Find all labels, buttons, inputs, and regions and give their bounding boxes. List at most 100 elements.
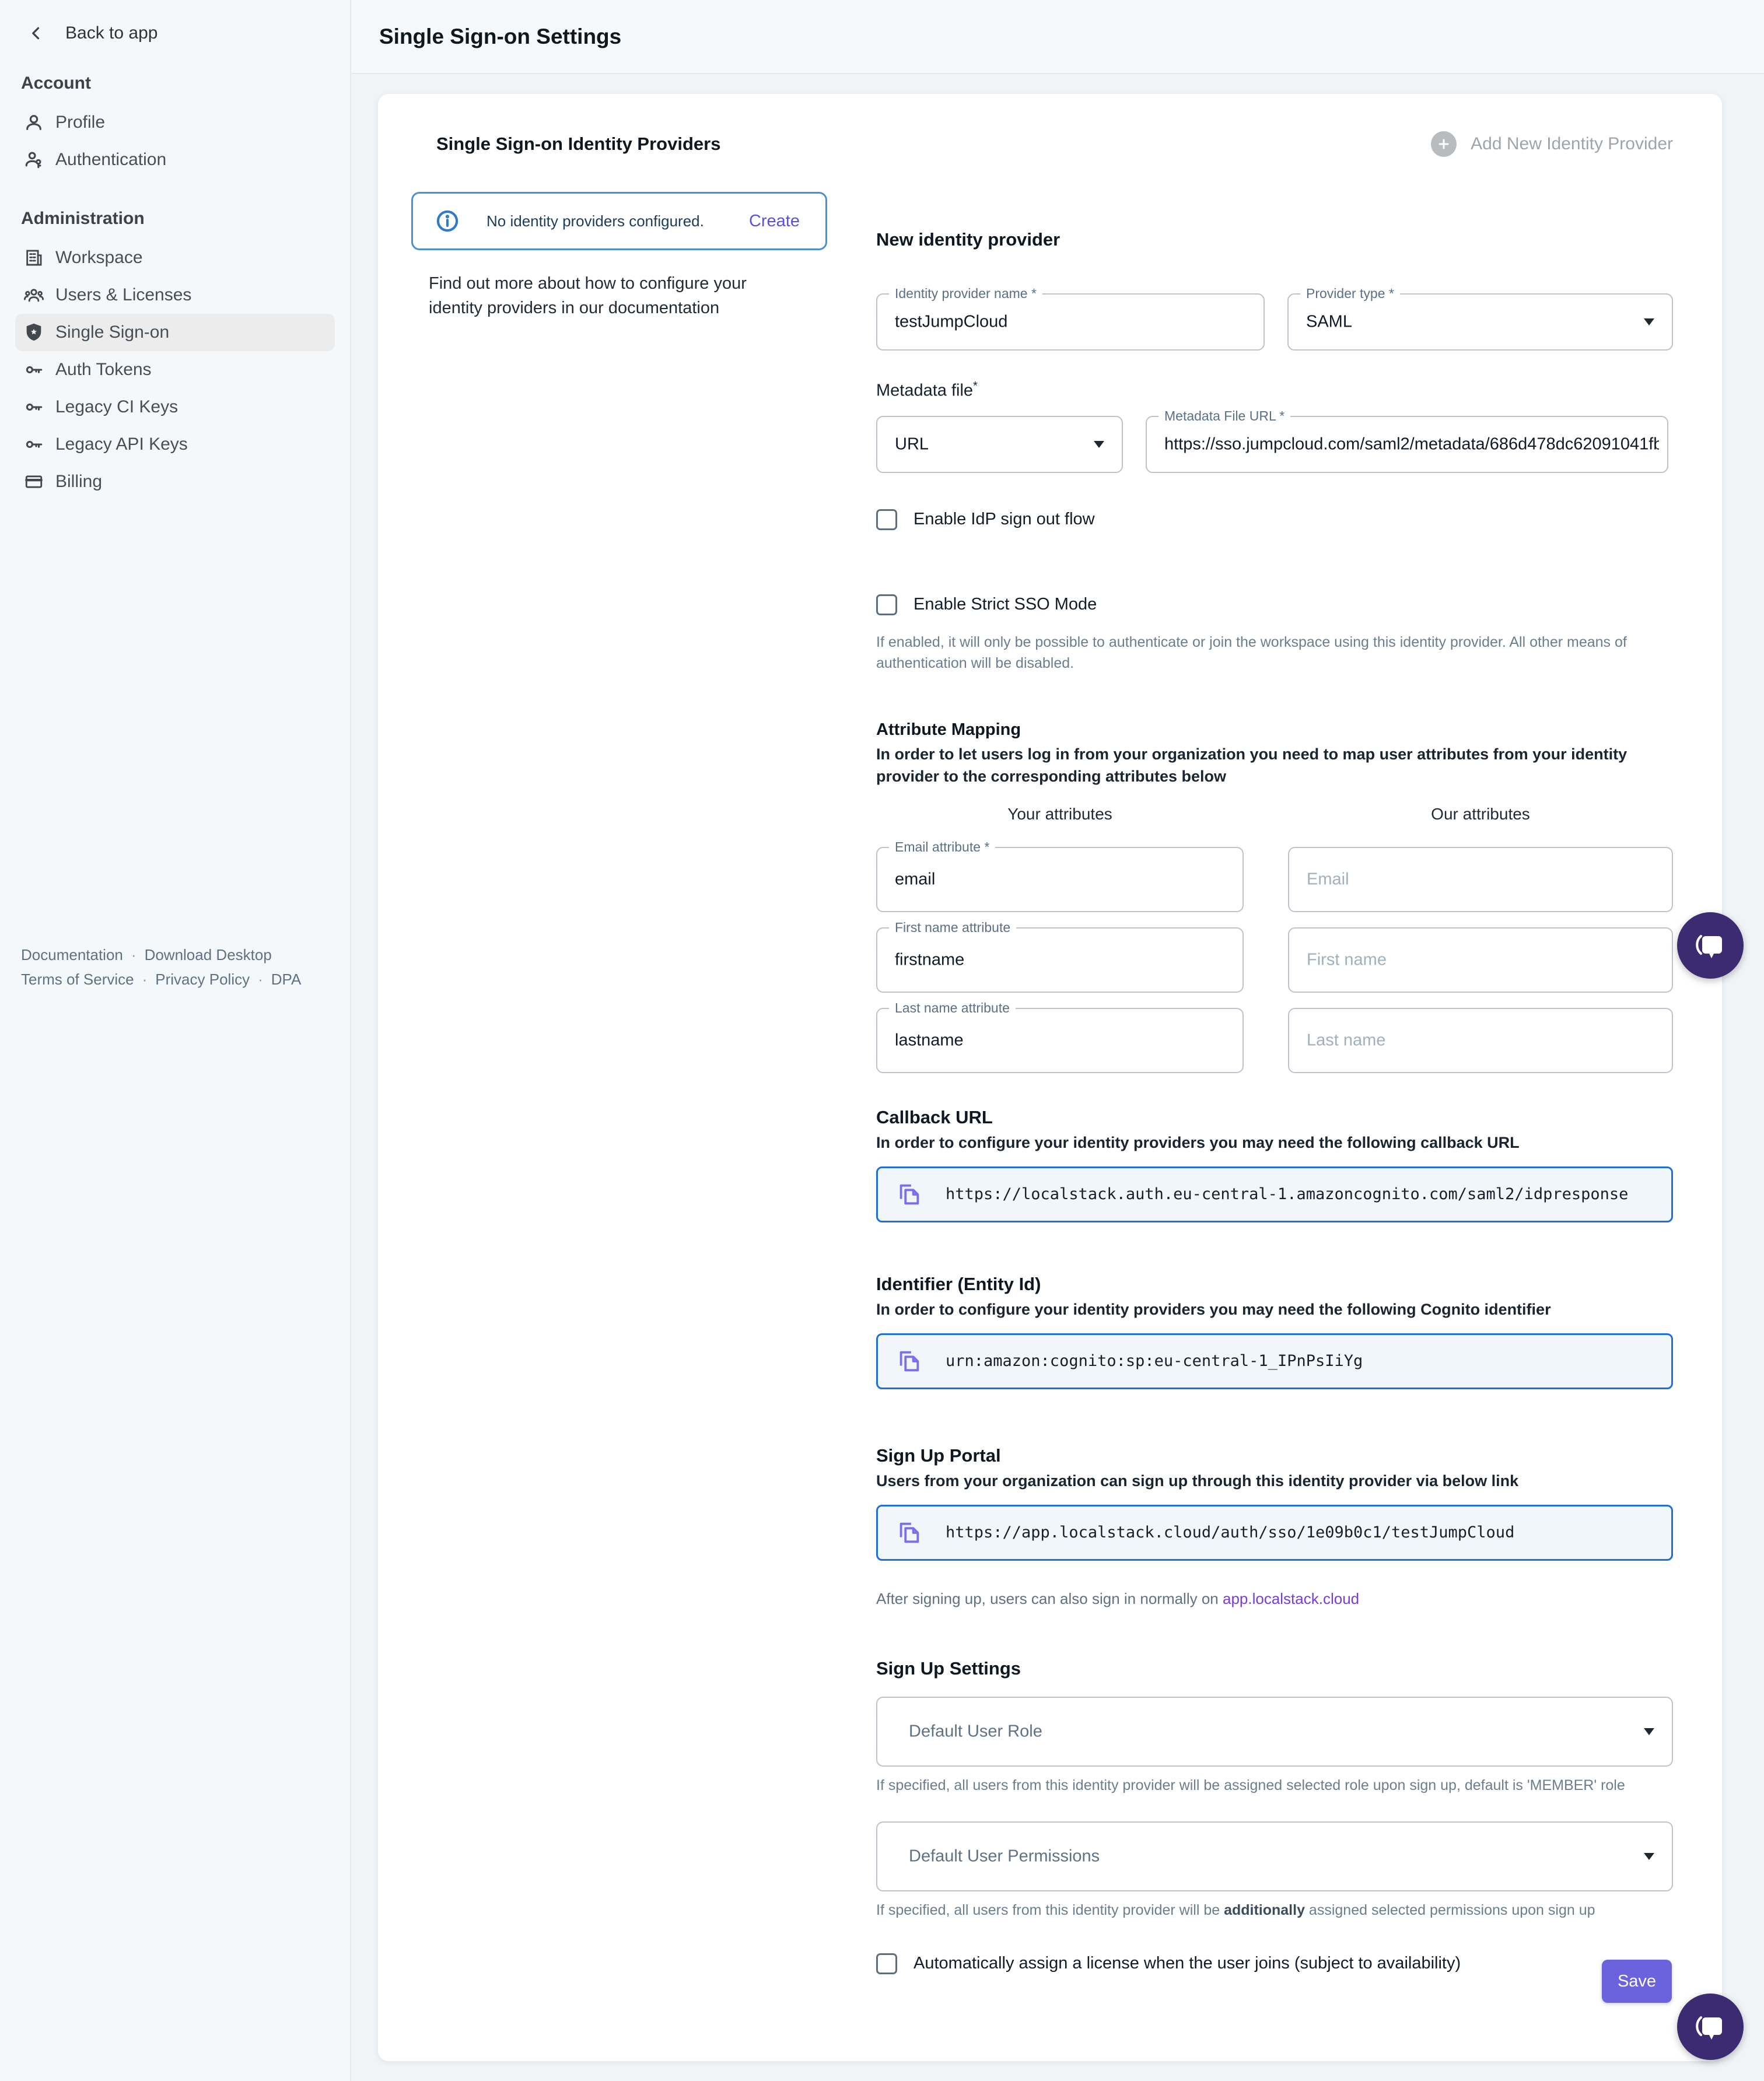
- signup-note-text: After signing up, users can also sign in…: [876, 1590, 1223, 1607]
- strict-sso-checkbox-row[interactable]: Enable Strict SSO Mode: [876, 594, 1673, 615]
- chevron-down-icon: [1643, 1727, 1656, 1736]
- lastname-attribute-value: lastname: [895, 1031, 1202, 1050]
- default-user-role-select[interactable]: Default User Role: [876, 1697, 1673, 1767]
- save-button[interactable]: Save: [1602, 1960, 1672, 2003]
- sidebar-item-label: Users & Licenses: [55, 285, 191, 306]
- strict-sso-help: If enabled, it will only be possible to …: [876, 632, 1673, 674]
- sidebar-item-users-licenses[interactable]: Users & Licenses: [15, 276, 335, 314]
- signup-portal-heading: Sign Up Portal: [876, 1445, 1673, 1466]
- default-user-role-placeholder: Default User Role: [909, 1722, 1631, 1741]
- firstname-target-placeholder: First name: [1307, 950, 1631, 969]
- chat-widget-button[interactable]: [1677, 912, 1744, 979]
- identifier-description: In order to configure your identity prov…: [876, 1298, 1673, 1320]
- sidebar-item-profile[interactable]: Profile: [15, 104, 335, 141]
- sidebar-item-legacy-ci-keys[interactable]: Legacy CI Keys: [15, 388, 335, 426]
- add-identity-provider-button[interactable]: Add New Identity Provider: [1431, 131, 1673, 157]
- shield-star-icon: [24, 323, 44, 342]
- email-attribute-label: Email attribute *: [889, 839, 995, 855]
- sidebar-item-label: Auth Tokens: [55, 359, 152, 380]
- sidebar-item-label: Authentication: [55, 149, 166, 170]
- sso-settings-card: Single Sign-on Identity Providers Add Ne…: [378, 94, 1722, 2061]
- idp-name-field[interactable]: Identity provider name * testJumpCloud: [876, 293, 1265, 351]
- person-key-icon: [24, 150, 44, 170]
- building-icon: [24, 248, 44, 268]
- provider-type-label: Provider type *: [1300, 286, 1400, 302]
- back-to-app-button[interactable]: Back to app: [0, 0, 350, 43]
- email-attribute-value: email: [895, 870, 1202, 889]
- metadata-file-label: Metadata file*: [876, 380, 1673, 401]
- metadata-url-field[interactable]: Metadata File URL * https://sso.jumpclou…: [1146, 416, 1668, 473]
- no-providers-alert: No identity providers configured. Create: [411, 192, 827, 250]
- back-to-app-label: Back to app: [65, 23, 158, 43]
- create-provider-link[interactable]: Create: [749, 212, 800, 231]
- plus-circle-icon: [1431, 131, 1457, 157]
- sidebar-section-administration: Administration: [21, 209, 350, 229]
- chat-widget-button[interactable]: [1677, 1994, 1744, 2060]
- card-header: Single Sign-on Identity Providers Add Ne…: [411, 131, 1673, 157]
- identifier-copybox: urn:amazon:cognito:sp:eu-central-1_IPnPs…: [876, 1333, 1673, 1389]
- add-identity-provider-label: Add New Identity Provider: [1471, 134, 1673, 154]
- sidebar-footer: Documentation Download Desktop Terms of …: [21, 943, 336, 992]
- lastname-attribute-label: Last name attribute: [889, 1000, 1016, 1016]
- signup-portal-url-value: https://app.localstack.cloud/auth/sso/1e…: [946, 1523, 1514, 1542]
- page-header: Single Sign-on Settings: [351, 0, 1764, 74]
- email-attribute-field[interactable]: Email attribute * email: [876, 847, 1244, 912]
- footer-link-documentation[interactable]: Documentation: [21, 943, 123, 967]
- lastname-attribute-field[interactable]: Last name attribute lastname: [876, 1008, 1244, 1073]
- sidebar-item-label: Legacy CI Keys: [55, 397, 178, 418]
- person-icon: [24, 113, 44, 132]
- key-icon: [24, 360, 44, 380]
- default-user-permissions-help: If specified, all users from this identi…: [876, 1900, 1673, 1921]
- sidebar-item-authentication[interactable]: Authentication: [15, 141, 335, 178]
- checkbox-unchecked-icon: [876, 509, 897, 530]
- callback-url-copybox: https://localstack.auth.eu-central-1.ama…: [876, 1166, 1673, 1222]
- footer-link-download-desktop[interactable]: Download Desktop: [123, 943, 272, 967]
- email-target-placeholder: Email: [1307, 870, 1631, 889]
- idp-name-value: testJumpCloud: [895, 313, 1223, 332]
- firstname-attribute-field[interactable]: First name attribute firstname: [876, 927, 1244, 993]
- copy-icon[interactable]: [895, 1181, 922, 1208]
- lastname-target-placeholder: Last name: [1307, 1031, 1631, 1050]
- footer-link-dpa[interactable]: DPA: [250, 967, 301, 992]
- app-localstack-link[interactable]: app.localstack.cloud: [1223, 1590, 1359, 1607]
- auto-license-checkbox-row[interactable]: Automatically assign a license when the …: [876, 1953, 1673, 1974]
- sidebar-item-label: Single Sign-on: [55, 322, 169, 343]
- signup-portal-copybox: https://app.localstack.cloud/auth/sso/1e…: [876, 1505, 1673, 1561]
- footer-link-terms[interactable]: Terms of Service: [21, 967, 134, 992]
- callback-url-heading: Callback URL: [876, 1107, 1673, 1128]
- firstname-target-field[interactable]: First name: [1288, 927, 1673, 993]
- idp-signout-checkbox-row[interactable]: Enable IdP sign out flow: [876, 509, 1673, 530]
- sidebar-item-legacy-api-keys[interactable]: Legacy API Keys: [15, 426, 335, 463]
- chat-bubble-icon: [1693, 2009, 1728, 2044]
- firstname-attribute-label: First name attribute: [889, 920, 1016, 936]
- provider-type-select[interactable]: Provider type * SAML: [1287, 293, 1673, 351]
- idp-name-label: Identity provider name *: [889, 286, 1042, 302]
- sidebar: Back to app Account Profile Authenticati…: [0, 0, 351, 2081]
- key-icon: [24, 397, 44, 417]
- new-provider-form-column: New identity provider Identity provider …: [876, 192, 1673, 1974]
- footer-link-privacy[interactable]: Privacy Policy: [134, 967, 250, 992]
- auto-license-label: Automatically assign a license when the …: [914, 1954, 1461, 1973]
- identifier-value: urn:amazon:cognito:sp:eu-central-1_IPnPs…: [946, 1352, 1363, 1370]
- signup-note: After signing up, users can also sign in…: [876, 1590, 1673, 1608]
- default-user-permissions-select[interactable]: Default User Permissions: [876, 1821, 1673, 1891]
- metadata-source-select[interactable]: URL: [876, 416, 1123, 473]
- sidebar-item-workspace[interactable]: Workspace: [15, 239, 335, 276]
- copy-icon[interactable]: [895, 1519, 922, 1546]
- copy-icon[interactable]: [895, 1348, 922, 1375]
- people-group-icon: [24, 285, 44, 305]
- sidebar-section-account: Account: [21, 73, 350, 93]
- sidebar-item-auth-tokens[interactable]: Auth Tokens: [15, 351, 335, 388]
- provider-type-value: SAML: [1306, 313, 1631, 332]
- email-target-field[interactable]: Email: [1288, 847, 1673, 912]
- chat-bubble-icon: [1693, 928, 1728, 963]
- chevron-down-icon: [1643, 1852, 1656, 1861]
- attribute-mapping-heading: Attribute Mapping: [876, 720, 1673, 740]
- attribute-columns-header: Your attributes Our attributes: [876, 805, 1673, 824]
- signup-settings-heading: Sign Up Settings: [876, 1658, 1673, 1679]
- sidebar-item-billing[interactable]: Billing: [15, 463, 335, 500]
- form-heading: New identity provider: [876, 229, 1673, 250]
- sidebar-item-single-sign-on[interactable]: Single Sign-on: [15, 314, 335, 351]
- info-icon: [435, 209, 460, 233]
- lastname-target-field[interactable]: Last name: [1288, 1008, 1673, 1073]
